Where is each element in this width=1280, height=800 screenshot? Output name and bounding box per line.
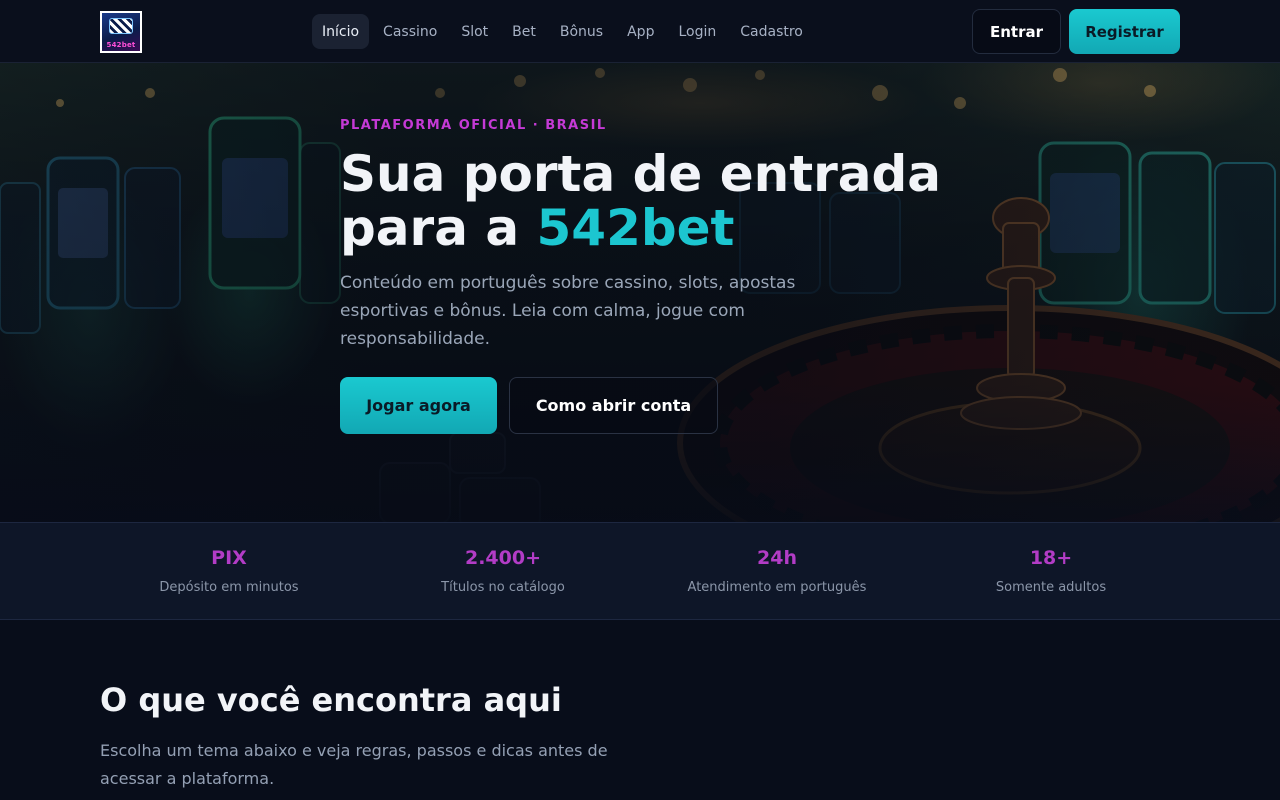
hero-title-line1: Sua porta de entrada bbox=[340, 145, 942, 203]
nav-item-cadastro[interactable]: Cadastro bbox=[730, 14, 813, 49]
logo-image: 542bet bbox=[102, 13, 140, 51]
stat-catalog: 2.400+ Títulos no catálogo bbox=[366, 523, 640, 621]
hero-subtitle: Conteúdo em português sobre cassino, slo… bbox=[340, 273, 796, 349]
register-button[interactable]: Registrar bbox=[1069, 9, 1180, 54]
stat-value: 2.400+ bbox=[464, 547, 542, 569]
stat-label: Somente adultos bbox=[995, 580, 1107, 595]
stat-label: Atendimento em português bbox=[687, 580, 867, 595]
nav-item-inicio[interactable]: Início bbox=[312, 14, 370, 49]
stat-value: 18+ bbox=[1029, 547, 1073, 569]
stat-support: 24h Atendimento em português bbox=[640, 523, 914, 621]
stat-value: PIX bbox=[211, 547, 247, 569]
login-button[interactable]: Entrar bbox=[972, 9, 1061, 54]
nav-item-app[interactable]: App bbox=[617, 14, 664, 49]
checkered-chip-icon bbox=[109, 18, 133, 34]
stat-adults: 18+ Somente adultos bbox=[914, 523, 1188, 621]
top-navbar: 542bet Início Cassino Slot Bet Bônus App… bbox=[0, 0, 1280, 63]
stat-value: 24h bbox=[757, 547, 797, 569]
main-nav: Início Cassino Slot Bet Bônus App Login … bbox=[312, 14, 813, 49]
section-subtitle: Escolha um tema abaixo e veja regras, pa… bbox=[100, 741, 608, 788]
hero-section: PLATAFORMA OFICIAL · BRASIL Sua porta de… bbox=[0, 63, 1280, 522]
stat-label: Depósito em minutos bbox=[159, 580, 299, 595]
stat-pix: PIX Depósito em minutos bbox=[92, 523, 366, 621]
site-logo[interactable]: 542bet bbox=[100, 11, 142, 53]
play-now-button[interactable]: Jogar agora bbox=[340, 377, 497, 434]
stats-bar: PIX Depósito em minutos 2.400+ Títulos n… bbox=[0, 522, 1280, 620]
nav-item-cassino[interactable]: Cassino bbox=[373, 14, 447, 49]
nav-item-bet[interactable]: Bet bbox=[502, 14, 546, 49]
nav-item-login[interactable]: Login bbox=[668, 14, 726, 49]
section-title: O que você encontra aqui bbox=[100, 681, 562, 719]
how-to-open-account-button[interactable]: Como abrir conta bbox=[509, 377, 718, 434]
logo-text: 542bet bbox=[106, 41, 136, 49]
stat-label: Títulos no catálogo bbox=[441, 580, 565, 595]
hero-title: Sua porta de entrada para a 542bet bbox=[340, 147, 980, 255]
hero-title-line2: para a bbox=[340, 199, 537, 257]
hero-eyebrow: PLATAFORMA OFICIAL · BRASIL bbox=[340, 118, 607, 133]
nav-item-slot[interactable]: Slot bbox=[451, 14, 498, 49]
hero-title-accent: 542bet bbox=[536, 199, 735, 257]
nav-item-bonus[interactable]: Bônus bbox=[550, 14, 613, 49]
